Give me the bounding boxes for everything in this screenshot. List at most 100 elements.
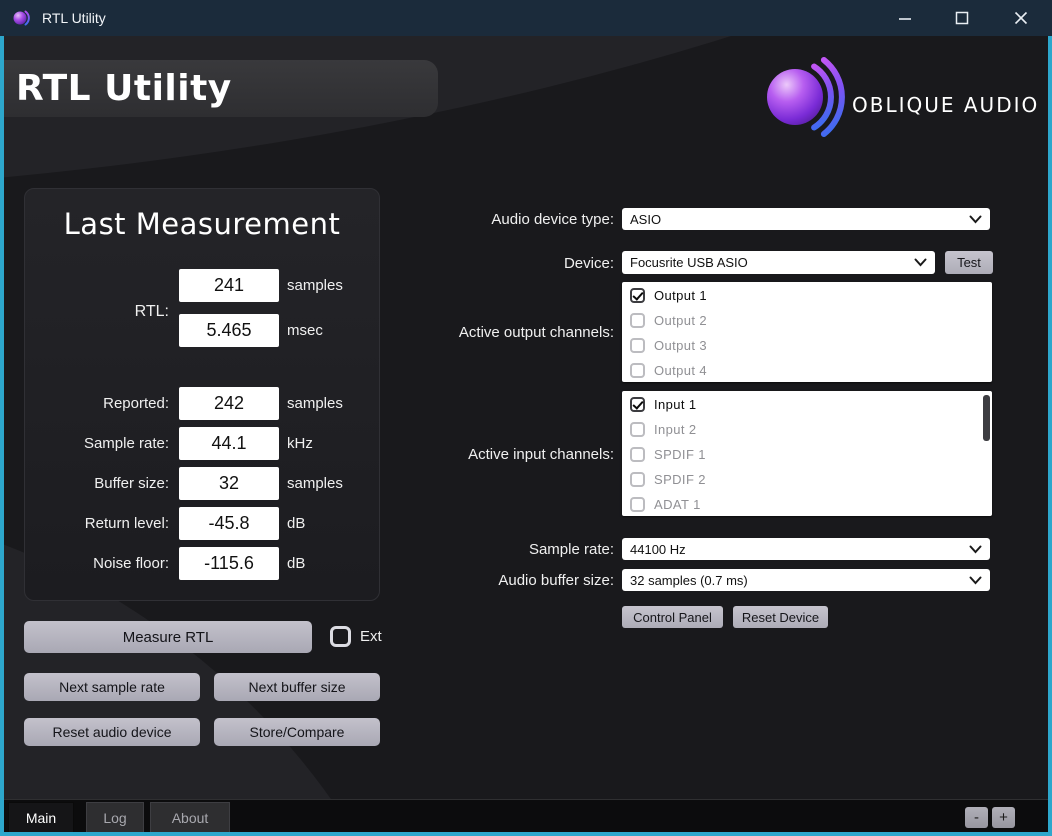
tab-main[interactable]: Main — [8, 802, 74, 832]
checkbox-icon[interactable] — [630, 338, 645, 353]
noise-floor-label: Noise floor: — [33, 547, 169, 580]
reported-unit: samples — [287, 387, 343, 420]
channel-label: Output 2 — [654, 313, 707, 328]
tab-about[interactable]: About — [150, 802, 230, 832]
selected-buffer-size: 32 samples (0.7 ms) — [630, 573, 748, 588]
checkbox-icon[interactable] — [630, 363, 645, 378]
tab-log[interactable]: Log — [86, 802, 144, 832]
oblique-audio-logo-icon — [748, 52, 848, 157]
channel-label: Input 1 — [654, 397, 697, 412]
selected-sample-rate: 44100 Hz — [630, 542, 686, 557]
reset-audio-device-button[interactable]: Reset audio device — [24, 718, 200, 746]
rtl-msec-field[interactable] — [179, 314, 279, 347]
sample-rate-select-label: Sample rate: — [354, 541, 614, 558]
chevron-down-icon — [969, 545, 982, 554]
window-frame: RTL Utility OBLIQU — [0, 36, 1052, 836]
audio-device-type-select[interactable]: ASIO — [622, 208, 990, 230]
app-icon — [12, 7, 34, 29]
app-title-banner: RTL Utility — [4, 60, 438, 117]
window-title: RTL Utility — [42, 10, 106, 26]
checkbox-icon[interactable] — [630, 472, 645, 487]
checkbox-icon[interactable] — [630, 313, 645, 328]
chevron-down-icon — [914, 258, 927, 267]
sample-rate-unit: kHz — [287, 427, 313, 460]
device-select[interactable]: Focusrite USB ASIO — [622, 251, 935, 274]
scrollbar-thumb[interactable] — [983, 395, 990, 441]
rtl-samples-unit: samples — [287, 269, 343, 302]
chevron-down-icon — [969, 215, 982, 224]
channel-row-input-1[interactable]: Input 1 — [622, 392, 992, 417]
selected-device: Focusrite USB ASIO — [630, 255, 748, 270]
brand-name: OBLIQUE AUDIO — [852, 93, 1039, 117]
channel-row-spdif-1[interactable]: SPDIF 1 — [622, 442, 992, 467]
app-title: RTL Utility — [16, 60, 232, 117]
tab-label: About — [172, 810, 209, 826]
channel-row-output-2[interactable]: Output 2 — [622, 308, 992, 333]
return-level-field[interactable] — [179, 507, 279, 540]
channel-label: SPDIF 2 — [654, 472, 706, 487]
test-button[interactable]: Test — [945, 251, 993, 274]
tab-label: Main — [26, 810, 56, 826]
noise-floor-field[interactable] — [179, 547, 279, 580]
active-output-channels-label: Active output channels: — [384, 324, 614, 341]
checkbox-icon[interactable] — [630, 397, 645, 412]
last-measurement-panel: Last Measurement RTL: samples msec Repor… — [24, 188, 380, 601]
channel-row-input-2[interactable]: Input 2 — [622, 417, 992, 442]
channel-row-output-4[interactable]: Output 4 — [622, 358, 992, 383]
app-window: RTL Utility RTL Utility — [0, 0, 1052, 836]
channel-label: Output 1 — [654, 288, 707, 303]
tab-label: Log — [103, 810, 126, 826]
channel-label: SPDIF 1 — [654, 447, 706, 462]
buffer-size-field[interactable] — [179, 467, 279, 500]
minimize-button[interactable] — [892, 5, 918, 31]
store-compare-button[interactable]: Store/Compare — [214, 718, 380, 746]
audio-buffer-size-label: Audio buffer size: — [354, 572, 614, 589]
channel-row-output-1[interactable]: Output 1 — [622, 283, 992, 308]
reported-label: Reported: — [33, 387, 169, 420]
audio-buffer-size-select[interactable]: 32 samples (0.7 ms) — [622, 569, 990, 591]
active-input-channels-label: Active input channels: — [384, 446, 614, 463]
main-content: RTL Utility OBLIQU — [4, 36, 1048, 832]
channel-row-spdif-2[interactable]: SPDIF 2 — [622, 467, 992, 492]
channel-label: Output 4 — [654, 363, 707, 378]
sample-rate-label: Sample rate: — [33, 427, 169, 460]
close-button[interactable] — [1008, 5, 1034, 31]
return-level-label: Return level: — [33, 507, 169, 540]
measure-rtl-button[interactable]: Measure RTL — [24, 621, 312, 653]
noise-floor-unit: dB — [287, 547, 305, 580]
input-channels-list: Input 1 Input 2 SPDIF 1 SPDIF 2 ADAT 1 — [622, 391, 992, 516]
rtl-label: RTL: — [33, 295, 169, 328]
checkbox-icon[interactable] — [630, 497, 645, 512]
audio-device-type-label: Audio device type: — [354, 211, 614, 228]
device-label: Device: — [354, 255, 614, 272]
buffer-size-label: Buffer size: — [33, 467, 169, 500]
checkbox-icon[interactable] — [630, 447, 645, 462]
tab-bar: Main Log About — [4, 799, 1048, 832]
reported-field[interactable] — [179, 387, 279, 420]
control-panel-button[interactable]: Control Panel — [622, 606, 723, 628]
ext-checkbox[interactable] — [330, 626, 351, 647]
checkbox-icon[interactable] — [630, 422, 645, 437]
zoom-in-button[interactable]: + — [992, 807, 1015, 828]
ext-label: Ext — [360, 627, 382, 647]
output-channels-list: Output 1 Output 2 Output 3 Output 4 — [622, 282, 992, 382]
rtl-msec-unit: msec — [287, 314, 323, 347]
channel-row-output-3[interactable]: Output 3 — [622, 333, 992, 358]
next-buffer-size-button[interactable]: Next buffer size — [214, 673, 380, 701]
checkbox-icon[interactable] — [630, 288, 645, 303]
channel-label: ADAT 1 — [654, 497, 701, 512]
channel-row-adat-1[interactable]: ADAT 1 — [622, 492, 992, 517]
channel-label: Output 3 — [654, 338, 707, 353]
chevron-down-icon — [969, 576, 982, 585]
panel-title: Last Measurement — [25, 207, 379, 241]
channel-label: Input 2 — [654, 422, 697, 437]
sample-rate-select[interactable]: 44100 Hz — [622, 538, 990, 560]
zoom-out-button[interactable]: - — [965, 807, 988, 828]
next-sample-rate-button[interactable]: Next sample rate — [24, 673, 200, 701]
rtl-samples-field[interactable] — [179, 269, 279, 302]
titlebar: RTL Utility — [0, 0, 1052, 36]
maximize-button[interactable] — [949, 5, 975, 31]
reset-device-button[interactable]: Reset Device — [733, 606, 828, 628]
sample-rate-field[interactable] — [179, 427, 279, 460]
return-level-unit: dB — [287, 507, 305, 540]
